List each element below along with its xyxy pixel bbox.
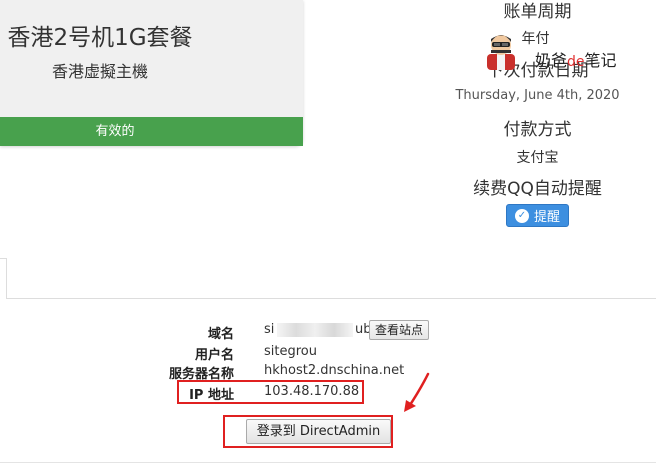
remind-button-label: 提醒 [533,210,560,225]
red-arrow-icon [404,372,430,412]
status-badge: 有效的 [0,117,230,146]
tab-divider [6,298,656,299]
payment-method-value: 支付宝 [516,150,559,166]
watermark-text: 奶爸de笔记 [535,47,617,71]
username-label: 用户名 [194,348,234,363]
bottom-divider [0,462,656,463]
billing-cycle-value: 年付 [521,31,550,47]
billing-cycle-label: 账单周期 [503,2,572,22]
payment-method-label: 付款方式 [503,120,572,140]
domain-blur-mask [277,323,353,337]
domain-value-prefix: si [264,322,275,337]
tab-edge [0,258,7,299]
watermark-text-part-end: 笔记 [584,51,617,70]
domain-label: 域名 [207,327,234,342]
watermark-text-part: 奶爸 [535,51,568,70]
product-type: 香港虚擬主機 [51,62,148,81]
server-name-value: hkhost2.dnschina.net [264,363,405,378]
product-name: 香港2号机1G套餐 [7,25,193,51]
username-value: sitegrou [264,344,317,359]
next-due-value: Thursday, June 4th, 2020 [455,88,620,103]
watermark-avatar-icon [487,35,515,70]
view-site-button[interactable]: 查看站点 [369,320,430,340]
remind-button[interactable]: ✓ 提醒 [506,204,569,227]
qq-reminder-label: 续费QQ自动提醒 [473,179,602,199]
watermark-text-red: de [567,54,585,70]
login-directadmin-button[interactable]: 登录到 DirectAdmin [246,419,391,444]
check-icon: ✓ [514,208,529,223]
ip-highlight-box [177,380,364,404]
